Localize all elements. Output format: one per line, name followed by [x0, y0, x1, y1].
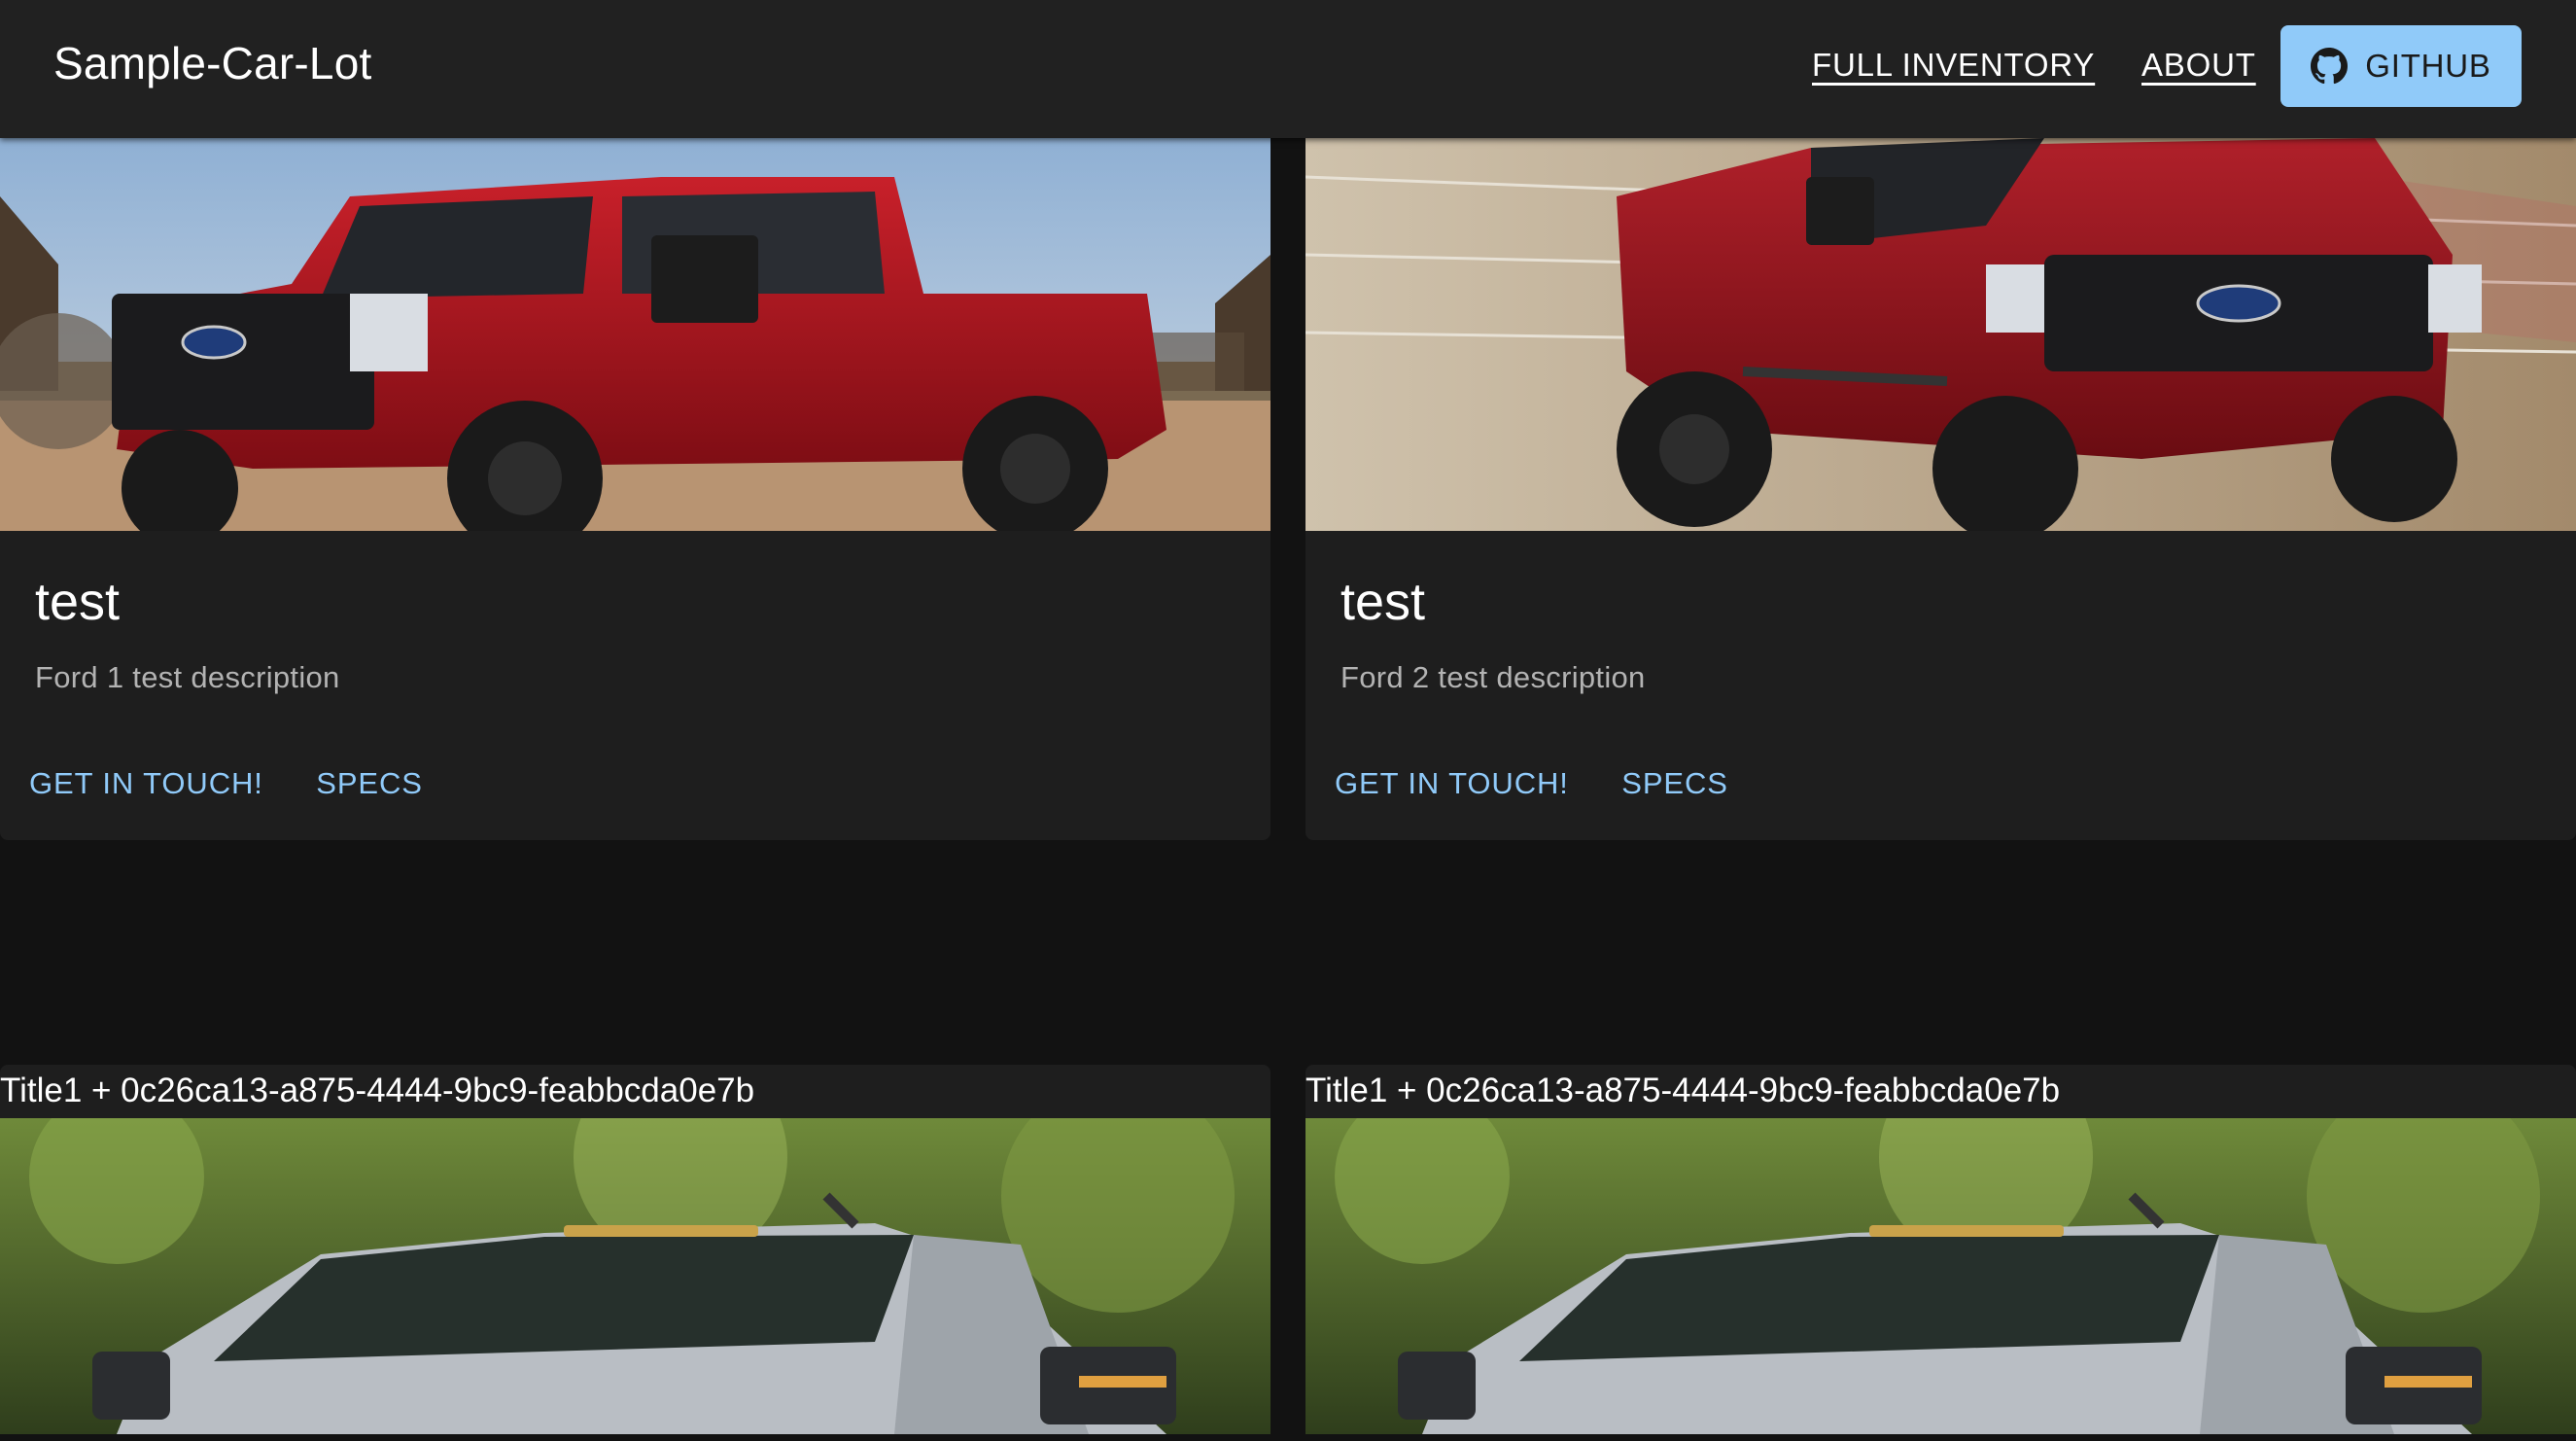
brand-title[interactable]: Sample-Car-Lot: [53, 37, 371, 89]
card-actions: GET IN TOUCH! SPECS: [29, 766, 471, 801]
github-label: GITHUB: [2365, 48, 2491, 84]
listing-card[interactable]: Title1 + 0c26ca13-a875-4444-9bc9-feabbcd…: [1305, 1065, 2576, 1434]
specs-button[interactable]: SPECS: [1621, 766, 1728, 801]
red-truck-image-right: [1305, 138, 2576, 531]
card-title: test: [35, 573, 121, 631]
get-in-touch-button[interactable]: GET IN TOUCH!: [1335, 766, 1569, 801]
card-title: test: [1340, 573, 1426, 631]
card-actions: GET IN TOUCH! SPECS: [1335, 766, 1777, 801]
vehicle-card[interactable]: test Ford 1 test description GET IN TOUC…: [0, 138, 1271, 840]
vehicle-photo[interactable]: [1305, 138, 2576, 531]
listing-title: Title1 + 0c26ca13-a875-4444-9bc9-feabbcd…: [0, 1072, 755, 1109]
github-icon: [2311, 48, 2349, 85]
vehicle-photo[interactable]: [0, 138, 1271, 531]
listing-card[interactable]: Title1 + 0c26ca13-a875-4444-9bc9-feabbcd…: [0, 1065, 1271, 1434]
github-button[interactable]: GITHUB: [2280, 25, 2522, 107]
silver-truck-image: [1305, 1118, 2576, 1434]
get-in-touch-button[interactable]: GET IN TOUCH!: [29, 766, 263, 801]
card-description: Ford 2 test description: [1340, 660, 1646, 694]
listing-photo[interactable]: [1305, 1118, 2576, 1434]
card-description: Ford 1 test description: [35, 660, 340, 694]
red-truck-image-left: [0, 138, 1271, 531]
app-bar: Sample-Car-Lot FULL INVENTORY ABOUT GITH…: [0, 0, 2576, 138]
nav-about[interactable]: ABOUT: [2141, 47, 2256, 84]
silver-truck-image: [0, 1118, 1271, 1434]
listing-title: Title1 + 0c26ca13-a875-4444-9bc9-feabbcd…: [1305, 1072, 2061, 1109]
nav-full-inventory[interactable]: FULL INVENTORY: [1812, 47, 2095, 84]
specs-button[interactable]: SPECS: [316, 766, 423, 801]
listing-photo[interactable]: [0, 1118, 1271, 1434]
vehicle-card[interactable]: test Ford 2 test description GET IN TOUC…: [1305, 138, 2576, 840]
